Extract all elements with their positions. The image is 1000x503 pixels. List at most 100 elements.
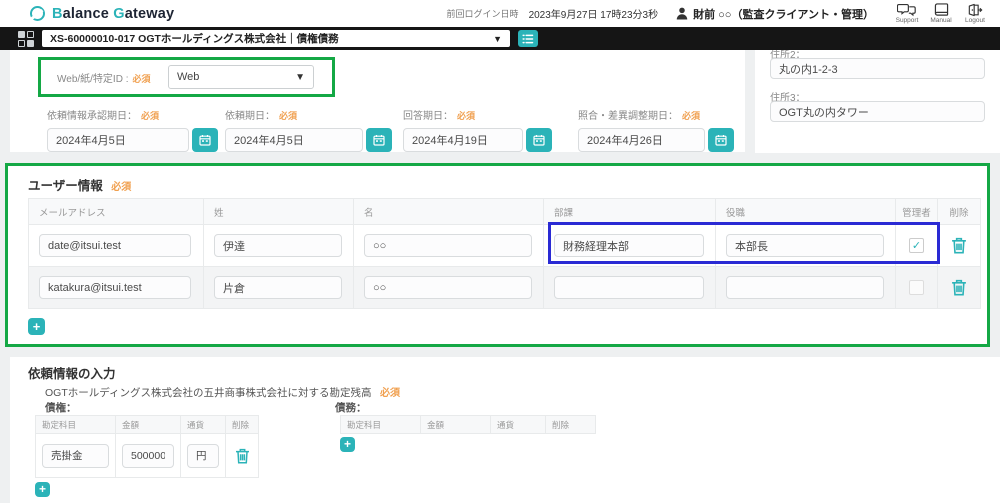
app-logo: Balance Gateway bbox=[30, 6, 174, 22]
col-account: 勘定科目 bbox=[341, 416, 421, 434]
chevron-down-icon: ▼ bbox=[493, 34, 502, 44]
calendar-icon bbox=[533, 134, 545, 146]
request-section-title: 依頼情報の入力 bbox=[28, 367, 116, 381]
last-name-input[interactable] bbox=[214, 276, 342, 299]
logout-label: Logout bbox=[965, 17, 985, 24]
payable-header: 勘定科目 金額 通貨 削除 bbox=[341, 416, 596, 434]
manual-icon bbox=[934, 3, 949, 17]
delete-row-button[interactable] bbox=[951, 237, 967, 254]
receivable-header: 勘定科目 金額 通貨 削除 bbox=[36, 416, 259, 434]
required-badge: 必須 bbox=[111, 182, 131, 193]
brand-title: Balance Gateway bbox=[52, 6, 174, 22]
add-receivable-button[interactable]: + bbox=[35, 482, 50, 497]
department-input[interactable] bbox=[554, 276, 704, 299]
last-name-input[interactable] bbox=[214, 234, 342, 257]
trash-icon bbox=[235, 448, 250, 464]
user-row-2 bbox=[29, 267, 981, 309]
col-admin: 管理者 bbox=[896, 199, 938, 225]
calendar-button[interactable] bbox=[366, 128, 392, 152]
col-delete: 削除 bbox=[226, 416, 259, 434]
list-button[interactable] bbox=[518, 30, 538, 47]
col-amount: 金額 bbox=[116, 416, 181, 434]
department-input[interactable] bbox=[554, 234, 704, 257]
user-chip: 財前 ○○（監査クライアント・管理） bbox=[676, 6, 874, 22]
email-input[interactable] bbox=[39, 234, 191, 257]
calendar-button[interactable] bbox=[526, 128, 552, 152]
user-icon bbox=[676, 7, 688, 20]
logout-button[interactable]: Logout bbox=[958, 3, 992, 24]
admin-checkbox-checked[interactable]: ✓ bbox=[909, 238, 924, 253]
reconcile-due-date-group: 照合・差異調整期日：必須 bbox=[578, 107, 734, 152]
webtype-label: Web/紙/特定ID :必須 bbox=[57, 70, 151, 85]
request-subtitle: OGTホールディングス株式会社の五井商事株式会社に対する勘定残高 bbox=[45, 387, 372, 399]
support-button[interactable]: Support bbox=[890, 3, 924, 24]
col-currency: 通貨 bbox=[491, 416, 546, 434]
calendar-icon bbox=[199, 134, 211, 146]
currency-input[interactable] bbox=[187, 444, 219, 468]
approval-due-date-input[interactable] bbox=[47, 128, 189, 152]
first-name-input[interactable] bbox=[364, 234, 532, 257]
add-payable-button[interactable]: + bbox=[340, 437, 355, 452]
page: { "colors": { "accent_teal": "#2bb3b8", … bbox=[0, 0, 1000, 503]
approval-due-date-group: 依頼情報承認期日：必須 bbox=[47, 107, 218, 152]
list-icon bbox=[522, 34, 534, 44]
last-login-value: 2023年9月27日 17時23分3秒 bbox=[529, 6, 659, 21]
request-due-date-input[interactable] bbox=[225, 128, 363, 152]
logo-icon bbox=[30, 6, 45, 21]
calendar-icon bbox=[715, 134, 727, 146]
answer-due-date-group: 回答期日：必須 bbox=[403, 107, 552, 152]
manual-label: Manual bbox=[930, 17, 951, 24]
webtype-value: Web bbox=[177, 71, 199, 83]
email-input[interactable] bbox=[39, 276, 191, 299]
user-name: 財前 ○○（監査クライアント・管理） bbox=[693, 6, 874, 22]
col-delete: 削除 bbox=[938, 199, 981, 225]
apps-grid-icon[interactable] bbox=[18, 31, 34, 47]
col-currency: 通貨 bbox=[181, 416, 226, 434]
black-toolbar: XS-60000010-017 OGTホールディングス株式会社｜債権債務 ▼ bbox=[0, 27, 1000, 50]
manual-button[interactable]: Manual bbox=[924, 3, 958, 24]
request-settings-card: Web/紙/特定ID :必須 Web ▼ 依頼情報承認期日：必須 依頼期日：必須… bbox=[10, 50, 745, 152]
add-user-button[interactable]: + bbox=[28, 318, 45, 335]
required-badge: 必須 bbox=[380, 388, 400, 399]
receivable-table: 勘定科目 金額 通貨 削除 bbox=[35, 415, 259, 478]
last-login-label: 前回ログイン日時 bbox=[447, 7, 519, 20]
position-input[interactable] bbox=[726, 276, 884, 299]
chevron-down-icon: ▼ bbox=[295, 72, 305, 83]
col-department: 部課 bbox=[544, 199, 716, 225]
support-icon bbox=[897, 3, 917, 17]
user-table-header: メールアドレス 姓 名 部課 役職 管理者 削除 bbox=[29, 199, 981, 225]
request-info-section: 依頼情報の入力 OGTホールディングス株式会社の五井商事株式会社に対する勘定残高… bbox=[10, 357, 1000, 503]
first-name-input[interactable] bbox=[364, 276, 532, 299]
admin-checkbox-unchecked[interactable] bbox=[909, 280, 924, 295]
col-position: 役職 bbox=[716, 199, 896, 225]
position-input[interactable] bbox=[726, 234, 884, 257]
webtype-dropdown[interactable]: Web ▼ bbox=[168, 65, 314, 89]
calendar-icon bbox=[373, 134, 385, 146]
logout-icon bbox=[968, 3, 983, 17]
answer-due-date-input[interactable] bbox=[403, 128, 523, 152]
engagement-select[interactable]: XS-60000010-017 OGTホールディングス株式会社｜債権債務 ▼ bbox=[42, 30, 510, 47]
address-panel: 住所2： 住所3： bbox=[755, 50, 1000, 153]
user-row-1: ✓ bbox=[29, 225, 981, 267]
app-header: Balance Gateway 前回ログイン日時 2023年9月27日 17時2… bbox=[0, 0, 1000, 27]
trash-icon bbox=[951, 279, 967, 296]
address2-input[interactable] bbox=[770, 58, 985, 79]
col-amount: 金額 bbox=[421, 416, 491, 434]
calendar-button[interactable] bbox=[192, 128, 218, 152]
trash-icon bbox=[951, 237, 967, 254]
col-first-name: 名 bbox=[354, 199, 544, 225]
delete-row-button[interactable] bbox=[235, 448, 250, 464]
engagement-select-value: XS-60000010-017 OGTホールディングス株式会社｜債権債務 bbox=[50, 31, 339, 46]
address3-input[interactable] bbox=[770, 101, 985, 122]
amount-input[interactable] bbox=[122, 444, 174, 468]
receivable-row-1 bbox=[36, 434, 259, 478]
account-input[interactable] bbox=[42, 444, 109, 468]
calendar-button[interactable] bbox=[708, 128, 734, 152]
required-badge: 必須 bbox=[133, 74, 151, 84]
delete-row-button[interactable] bbox=[951, 279, 967, 296]
col-delete: 削除 bbox=[546, 416, 596, 434]
webtype-highlight-box: Web/紙/特定ID :必須 Web ▼ bbox=[38, 57, 335, 97]
reconcile-due-date-input[interactable] bbox=[578, 128, 705, 152]
user-table: メールアドレス 姓 名 部課 役職 管理者 削除 ✓ bbox=[28, 198, 981, 309]
payable-table: 勘定科目 金額 通貨 削除 bbox=[340, 415, 596, 434]
